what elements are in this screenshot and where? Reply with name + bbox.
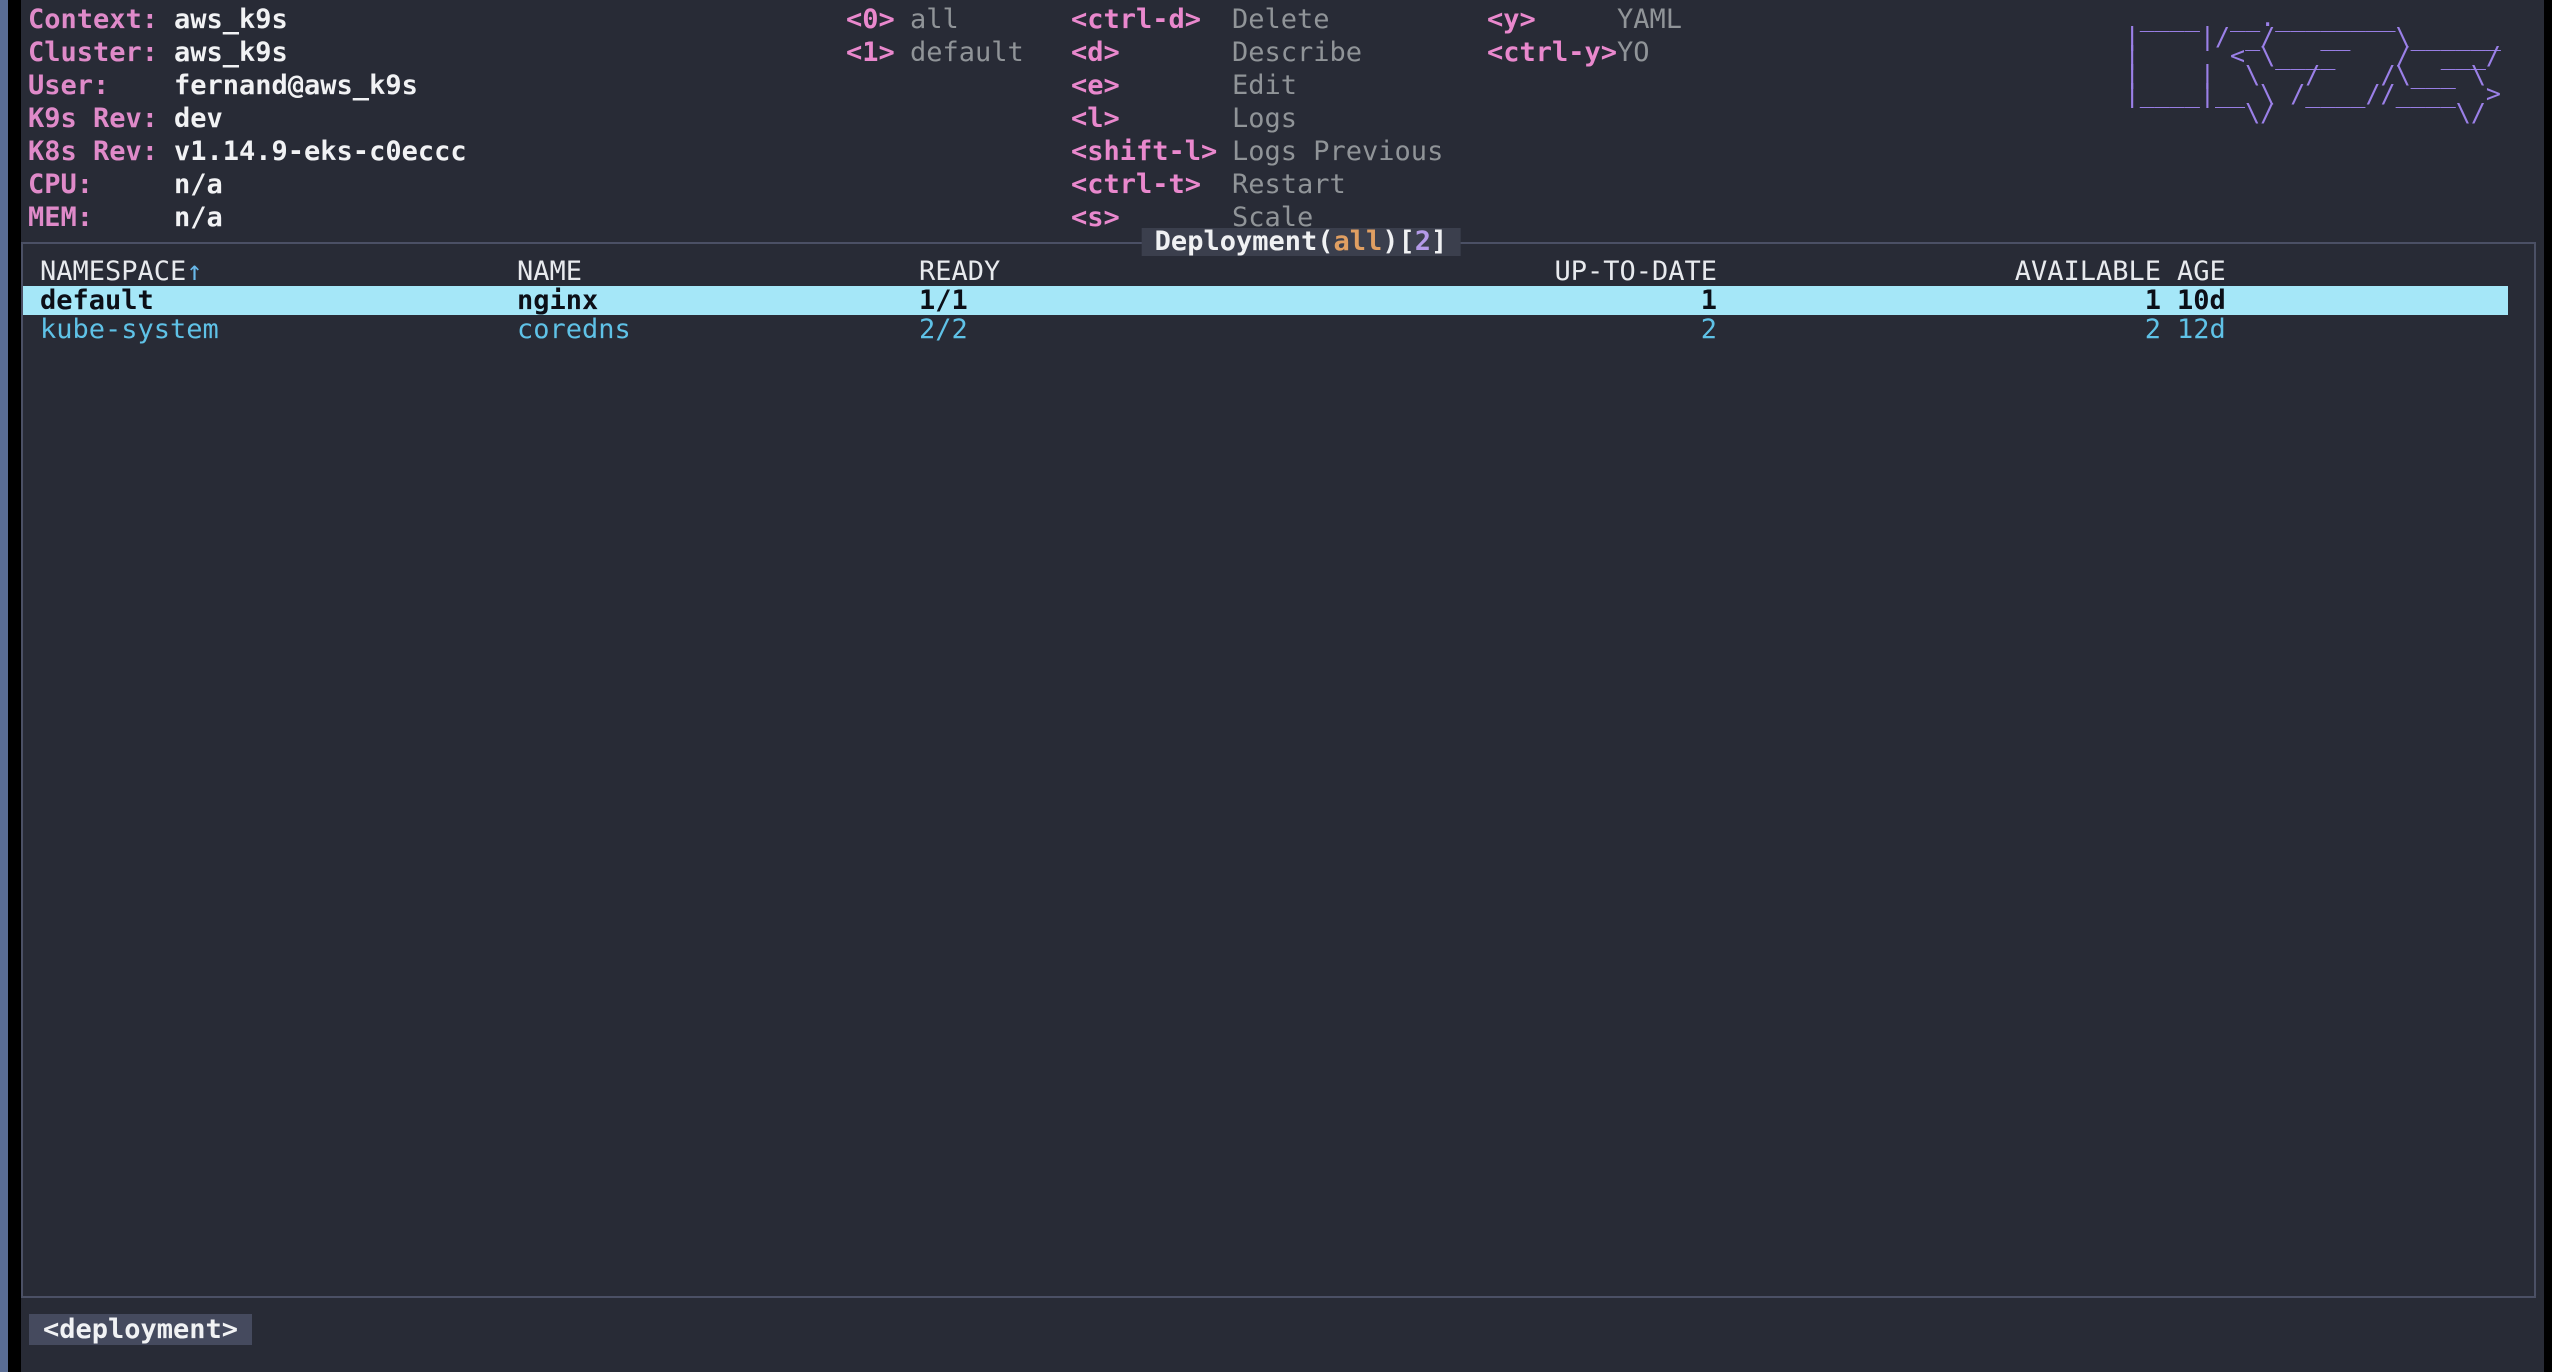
column-header-up-to-date: UP-TO-DATE — [1219, 257, 1717, 286]
cell-age: 12d — [2177, 315, 2226, 344]
info-row-user: User:fernand@aws_k9s — [28, 69, 467, 102]
info-row-cluster: Cluster:aws_k9s — [28, 36, 467, 69]
hotkey-namespace-default[interactable]: <1>default — [846, 36, 1024, 69]
resource-kind-label: Deployment( — [1155, 226, 1334, 257]
column-header-available: AVAILABLE — [1717, 257, 2161, 286]
info-row-mem: MEM:n/a — [28, 201, 467, 234]
info-label: K9s Rev: — [28, 102, 174, 135]
breadcrumb-deployment: <deployment> — [29, 1314, 252, 1345]
hotkey-edit[interactable]: <e>Edit — [1071, 69, 1443, 102]
yaml-hotkey-menu: <y>YAML <ctrl-y>YO — [1487, 3, 1682, 69]
resource-scope-label: all — [1333, 226, 1382, 257]
table-row-coredns[interactable]: kube-system coredns 2/2 2 2 12d — [23, 315, 2534, 344]
column-header-name: NAME — [517, 257, 919, 286]
hotkey-key: <y> — [1487, 3, 1617, 36]
column-header-ready: READY — [919, 257, 1219, 286]
hotkey-describe[interactable]: <d>Describe — [1071, 36, 1443, 69]
hotkey-label: YAML — [1617, 4, 1682, 35]
hotkey-label: default — [910, 37, 1024, 68]
k9s-terminal: Context:aws_k9s Cluster:aws_k9s User:fer… — [21, 0, 2544, 1372]
cell-namespace: default — [40, 286, 517, 315]
hotkey-restart[interactable]: <ctrl-t>Restart — [1071, 168, 1443, 201]
hotkey-label: all — [910, 4, 959, 35]
hotkey-key: <ctrl-y> — [1487, 36, 1617, 69]
info-label: K8s Rev: — [28, 135, 174, 168]
window-edge-accent — [0, 0, 8, 1372]
info-label: Context: — [28, 3, 174, 36]
hotkey-logs[interactable]: <l>Logs — [1071, 102, 1443, 135]
hotkey-key: <0> — [846, 3, 910, 36]
cell-up-to-date: 1 — [1219, 286, 1717, 315]
table-row-nginx[interactable]: default nginx 1/1 1 1 10d — [23, 286, 2508, 315]
hotkey-key: <ctrl-t> — [1071, 168, 1232, 201]
hotkey-label: Logs — [1232, 103, 1297, 134]
info-value: n/a — [174, 202, 223, 233]
cell-name: coredns — [517, 315, 919, 344]
info-row-context: Context:aws_k9s — [28, 3, 467, 36]
info-label: Cluster: — [28, 36, 174, 69]
hotkey-key: <ctrl-d> — [1071, 3, 1232, 36]
k9s-ascii-logo: ____ __.________ | |/ _/ __ \______ | < … — [2125, 8, 2516, 122]
info-row-cpu: CPU:n/a — [28, 168, 467, 201]
hotkey-label: Describe — [1232, 37, 1362, 68]
column-header-age: AGE — [2177, 257, 2226, 286]
cluster-info-panel: Context:aws_k9s Cluster:aws_k9s User:fer… — [28, 3, 467, 234]
namespace-hotkey-menu: <0>all <1>default — [846, 3, 1024, 69]
hotkey-key: <e> — [1071, 69, 1232, 102]
hotkey-label: Delete — [1232, 4, 1330, 35]
hotkey-key: <shift-l> — [1071, 135, 1232, 168]
info-label: User: — [28, 69, 174, 102]
cell-available: 2 — [1717, 315, 2161, 344]
hotkey-label: Edit — [1232, 70, 1297, 101]
hotkey-logs-previous[interactable]: <shift-l>Logs Previous — [1071, 135, 1443, 168]
cell-name: nginx — [517, 286, 919, 315]
resource-title-badge: Deployment(all)[2] — [1142, 228, 1461, 256]
hotkey-key: <d> — [1071, 36, 1232, 69]
hotkey-yaml[interactable]: <y>YAML — [1487, 3, 1682, 36]
hotkey-namespace-all[interactable]: <0>all — [846, 3, 1024, 36]
sort-arrow-icon: ↑ — [186, 256, 202, 287]
hotkey-label: Logs Previous — [1232, 136, 1443, 167]
hotkey-label: YO — [1617, 37, 1650, 68]
hotkey-key: <l> — [1071, 102, 1232, 135]
info-value: v1.14.9-eks-c0eccc — [174, 136, 467, 167]
logo-line: \/ \/ — [2125, 103, 2516, 122]
cell-ready: 1/1 — [919, 286, 1219, 315]
deployment-table-panel: NAMESPACE↑ NAME READY UP-TO-DATE AVAILAB… — [21, 242, 2536, 1298]
info-label: CPU: — [28, 168, 174, 201]
info-row-k8s-rev: K8s Rev:v1.14.9-eks-c0eccc — [28, 135, 467, 168]
hotkey-label: Restart — [1232, 169, 1346, 200]
info-value: aws_k9s — [174, 4, 288, 35]
cell-age: 10d — [2177, 286, 2226, 315]
info-value: aws_k9s — [174, 37, 288, 68]
info-value: dev — [174, 103, 223, 134]
info-value: n/a — [174, 169, 223, 200]
info-label: MEM: — [28, 201, 174, 234]
resource-count: 2 — [1415, 226, 1431, 257]
hotkey-delete[interactable]: <ctrl-d>Delete — [1071, 3, 1443, 36]
cell-up-to-date: 2 — [1219, 315, 1717, 344]
cell-ready: 2/2 — [919, 315, 1219, 344]
column-header-namespace: NAMESPACE↑ — [40, 257, 517, 286]
info-row-k9s-rev: K9s Rev:dev — [28, 102, 467, 135]
hotkey-yo[interactable]: <ctrl-y>YO — [1487, 36, 1682, 69]
cell-available: 1 — [1717, 286, 2161, 315]
info-value: fernand@aws_k9s — [174, 70, 418, 101]
cell-namespace: kube-system — [40, 315, 517, 344]
action-hotkey-menu: <ctrl-d>Delete <d>Describe <e>Edit <l>Lo… — [1071, 3, 1443, 234]
hotkey-key: <1> — [846, 36, 910, 69]
table-header-row: NAMESPACE↑ NAME READY UP-TO-DATE AVAILAB… — [23, 257, 2534, 286]
